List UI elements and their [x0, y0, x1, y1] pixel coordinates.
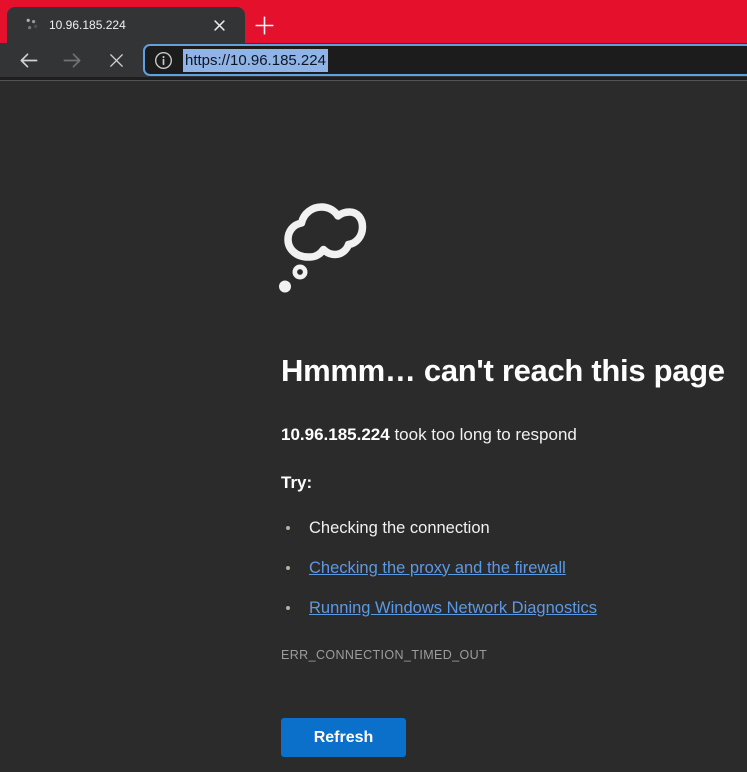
- close-icon: [214, 20, 225, 31]
- plus-icon: [254, 15, 275, 36]
- tab-strip: 10.96.185.224: [0, 0, 747, 43]
- browser-toolbar: https://10.96.185.224: [0, 43, 747, 77]
- tab-title: 10.96.185.224: [49, 18, 210, 32]
- error-page: Hmmm… can't reach this page 10.96.185.22…: [0, 81, 747, 772]
- error-code: ERR_CONNECTION_TIMED_OUT: [281, 648, 487, 662]
- error-subtext: 10.96.185.224 took too long to respond: [281, 425, 577, 445]
- proxy-firewall-link[interactable]: Checking the proxy and the firewall: [309, 559, 566, 578]
- suggestion-label: Checking the connection: [309, 519, 490, 538]
- tab-loading-spinner-icon: [24, 17, 40, 33]
- back-button[interactable]: [10, 43, 46, 77]
- browser-tab[interactable]: 10.96.185.224: [7, 7, 245, 43]
- stop-loading-button[interactable]: [98, 43, 134, 77]
- suggestion-item-network-diagnostics: Running Windows Network Diagnostics: [281, 588, 597, 628]
- try-label: Try:: [281, 473, 312, 493]
- forward-arrow-icon: [61, 49, 84, 72]
- error-host: 10.96.185.224: [281, 425, 390, 444]
- url-input[interactable]: https://10.96.185.224: [183, 49, 328, 72]
- bullet-icon: [286, 526, 290, 530]
- back-arrow-icon: [17, 49, 40, 72]
- network-diagnostics-link[interactable]: Running Windows Network Diagnostics: [309, 599, 597, 618]
- suggestion-item-connection: Checking the connection: [281, 508, 597, 548]
- bullet-icon: [286, 566, 290, 570]
- refresh-button[interactable]: Refresh: [281, 718, 406, 757]
- suggestion-item-proxy-firewall: Checking the proxy and the firewall: [281, 548, 597, 588]
- forward-button[interactable]: [54, 43, 90, 77]
- address-bar[interactable]: https://10.96.185.224: [143, 44, 747, 76]
- suggestion-list: Checking the connection Checking the pro…: [281, 508, 597, 628]
- thought-cloud-icon: [276, 196, 380, 301]
- new-tab-button[interactable]: [251, 13, 277, 37]
- bullet-icon: [286, 606, 290, 610]
- error-subtext-rest: took too long to respond: [390, 425, 577, 444]
- error-heading: Hmmm… can't reach this page: [281, 353, 725, 389]
- site-info-icon[interactable]: [154, 51, 173, 70]
- stop-x-icon: [106, 50, 127, 71]
- tab-close-button[interactable]: [210, 16, 229, 35]
